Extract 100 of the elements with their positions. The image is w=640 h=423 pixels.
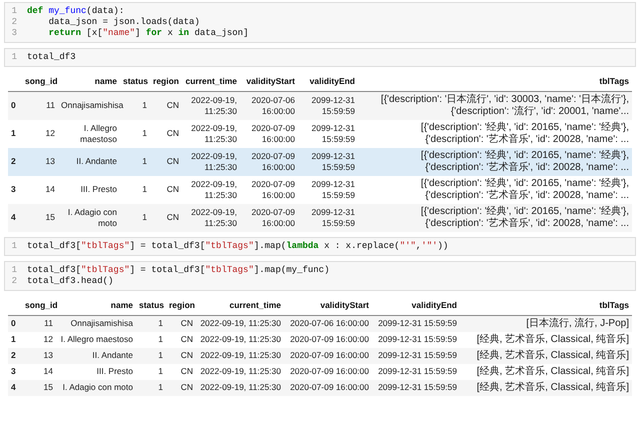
table-cell: 14 [44,366,53,376]
code-cell[interactable]: 1 def my_func(data): 2 data_json = json.loads(data) 3 return [x["name"] for x in data_json] [4,2,636,43]
table-cell: 1 [158,366,163,376]
line-number: 3 [10,28,18,39]
table-cell: CN [180,334,193,344]
code-line: data_json = json.loads(data) [48,17,200,28]
table-cell: 12 [44,334,53,344]
table-cell: 2020-07-09 16:00:00 [252,150,295,172]
table-cell: 2022-09-19, 11:25:30 [200,366,281,376]
table-cell: CN [180,366,193,376]
code-line: total_df3["tblTags"] = total_df3["tblTags"].map(my_func) [26,264,330,276]
table-cell: CN [180,350,193,360]
table-cell: [{'description': '经典', 'id': 20165, 'name': '经典'}, {'description': '艺术音乐', 'id': 20028, 'name': ... [420,150,629,173]
table-cell: [经典, 艺术音乐, Classical, 纯音乐] [476,366,629,376]
table-cell: [{'description': '经典', 'id': 20165, 'name': '经典'}, {'description': '艺术音乐', 'id': 20028, 'name': ... [420,178,629,201]
table-cell: [{'description': '经典', 'id': 20165, 'name': '经典'}, {'description': '艺术音乐', 'id': 20028, 'name': ... [420,206,629,229]
line-number: 1 [10,52,18,63]
table-cell: 2099-12-31 15:59:59 [312,150,355,172]
table-cell: I. Adagio con moto [62,382,133,392]
table-cell: 2099-12-31 15:59:59 [378,382,457,392]
table-cell: 1 [142,156,147,166]
line-number: 1 [10,6,18,17]
table-cell: 1 [158,334,163,344]
table-cell: 2022-09-19, 11:25:30 [191,150,237,172]
code-line: return [x["name"] for x in data_json] [48,28,248,39]
code-line: total_df3.head() [26,276,114,287]
table-cell: 15 [44,382,53,392]
table-cell: 2020-07-09 16:00:00 [290,334,369,344]
table-cell: CN [166,128,179,138]
table-cell: CN [166,100,179,110]
table-cell: 1 [142,184,147,194]
column-header: current_time [230,300,281,310]
table-cell: I. Allegro maestoso [80,122,117,144]
column-header: region [169,300,195,310]
code-cell[interactable]: 1 total_df3["tblTags"] = total_df3["tblTags"].map(my_func) 2 total_df3.head() [4,260,636,291]
row-index: 4 [11,212,16,222]
table-cell: 2022-09-19, 11:25:30 [191,94,237,116]
row-index: 0 [11,100,16,110]
table-cell: 1 [158,382,163,392]
table-cell: [经典, 艺术音乐, Classical, 纯音乐] [476,382,629,392]
row-index: 1 [11,128,16,138]
table-cell: I. Allegro maestoso [60,334,133,344]
table-cell: 11 [44,318,53,328]
table-cell: 2099-12-31 15:59:59 [378,318,457,328]
table-cell: 2020-07-09 16:00:00 [252,178,295,200]
table-cell: II. Andante [76,156,117,166]
row-index: 3 [11,366,16,376]
code-line: total_df3 [26,52,76,63]
line-number: 2 [10,17,18,28]
column-header: name [110,300,133,310]
column-header: validityEnd [412,300,457,310]
table-cell: Onnajisamishisa [70,318,133,328]
row-index: 1 [11,334,16,344]
table-cell: 1 [142,100,147,110]
table-cell: 2022-09-19, 11:25:30 [200,318,281,328]
table-cell: 2020-07-09 16:00:00 [290,350,369,360]
column-header: tblTags [599,300,629,310]
code-cell[interactable]: 1 total_df3 [4,48,636,67]
table-cell: [经典, 艺术音乐, Classical, 纯音乐] [476,350,629,360]
table-cell: Onnajisamishisa [61,100,124,110]
table-cell: 14 [46,184,55,194]
table-cell: [日本流行, 流行, J-Pop] [526,318,629,328]
table-cell: CN [166,184,179,194]
column-header: validityEnd [310,76,355,86]
table-cell: III. Presto [80,184,117,194]
row-index: 4 [11,382,16,392]
table-cell: 2020-07-09 16:00:00 [252,122,295,144]
table-cell: 2099-12-31 15:59:59 [312,94,355,116]
table-cell: 2099-12-31 15:59:59 [312,122,355,144]
table-cell: 2022-09-19, 11:25:30 [191,206,237,228]
table-cell: 1 [158,350,163,360]
table-cell: 2099-12-31 15:59:59 [312,206,355,228]
table-cell: 2020-07-06 16:00:00 [252,94,295,116]
column-header: validityStart [320,300,369,310]
row-index: 3 [11,184,16,194]
table-cell: CN [180,382,193,392]
table-cell: [{'description': '经典', 'id': 20165, 'name': '经典'}, {'description': '艺术音乐', 'id': 20028, 'name': ... [420,122,629,145]
table-cell: 2022-09-19, 11:25:30 [191,122,237,144]
code-line: total_df3["tblTags"] = total_df3["tblTags"].map(lambda x : x.replace("'",'"')) [26,240,448,252]
table-cell: 2020-07-09 16:00:00 [290,382,369,392]
table-cell: 13 [46,156,55,166]
line-number: 1 [10,264,18,276]
table-cell: 11 [46,100,55,110]
table-cell: 2099-12-31 15:59:59 [378,350,457,360]
row-index: 2 [11,156,16,166]
table-cell: 2020-07-09 16:00:00 [290,366,369,376]
table-cell: [经典, 艺术音乐, Classical, 纯音乐] [476,334,629,344]
table-cell: 2099-12-31 15:59:59 [312,178,355,200]
column-header: song_id [25,76,58,86]
table-cell: 1 [142,212,147,222]
table-cell: 2020-07-09 16:00:00 [252,206,295,228]
column-header: status [139,300,164,310]
table-cell: 1 [142,128,147,138]
code-cell[interactable]: 1 total_df3["tblTags"] = total_df3["tblTags"].map(lambda x : x.replace("'",'"')) [4,236,636,256]
table-cell: 2022-09-19, 11:25:30 [200,382,281,392]
table-cell: III. Presto [96,366,133,376]
table-cell: 1 [158,318,163,328]
table-cell: 2099-12-31 15:59:59 [378,334,457,344]
table-cell: 12 [46,128,55,138]
table-cell: 2022-09-19, 11:25:30 [200,334,281,344]
